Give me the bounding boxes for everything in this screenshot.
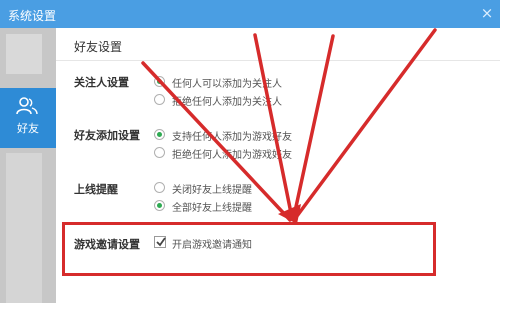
- radio-selected[interactable]: [154, 129, 165, 140]
- radio-selected[interactable]: [154, 200, 165, 211]
- checkmark-icon: [156, 237, 166, 247]
- sidebar: 好友: [0, 28, 56, 303]
- radio-unselected[interactable]: [154, 147, 165, 158]
- close-icon: ×: [480, 4, 494, 22]
- divider: [56, 60, 500, 61]
- option-label: 任何人可以添加为关注人: [172, 79, 282, 90]
- option-label: 全部好友上线提醒: [172, 203, 252, 214]
- friends-icon: [16, 97, 38, 115]
- close-button[interactable]: ×: [478, 4, 496, 22]
- title-bar: 系统设置 ×: [0, 0, 500, 28]
- radio-unselected[interactable]: [154, 182, 165, 193]
- sidebar-item-bottom[interactable]: [6, 153, 42, 303]
- sidebar-item-top[interactable]: [6, 34, 42, 74]
- option-label: 拒绝任何人添加为关注人: [172, 97, 282, 108]
- option-label: 开启游戏邀请通知: [172, 240, 252, 251]
- settings-panel: 好友设置 关注人设置 任何人可以添加为关注人 拒绝任何人添加为关注人 好友添加设…: [56, 28, 500, 303]
- checkbox-checked[interactable]: [154, 236, 166, 248]
- online-reminder-label: 上线提醒: [74, 183, 118, 196]
- option-label: 关闭好友上线提醒: [172, 185, 252, 196]
- sidebar-item-friends[interactable]: 好友: [0, 88, 56, 148]
- panel-title: 好友设置: [74, 40, 123, 54]
- game-invite-settings-label: 游戏邀请设置: [74, 238, 140, 251]
- option-label: 拒绝任何人添加为游戏好友: [172, 150, 292, 161]
- friend-add-settings-label: 好友添加设置: [74, 129, 140, 142]
- option-label: 支持任何人添加为游戏好友: [172, 132, 292, 143]
- radio-selected[interactable]: [154, 76, 165, 87]
- sidebar-item-label: 好友: [17, 122, 39, 135]
- window-title: 系统设置: [8, 9, 57, 23]
- follow-settings-label: 关注人设置: [74, 76, 129, 89]
- radio-unselected[interactable]: [154, 94, 165, 105]
